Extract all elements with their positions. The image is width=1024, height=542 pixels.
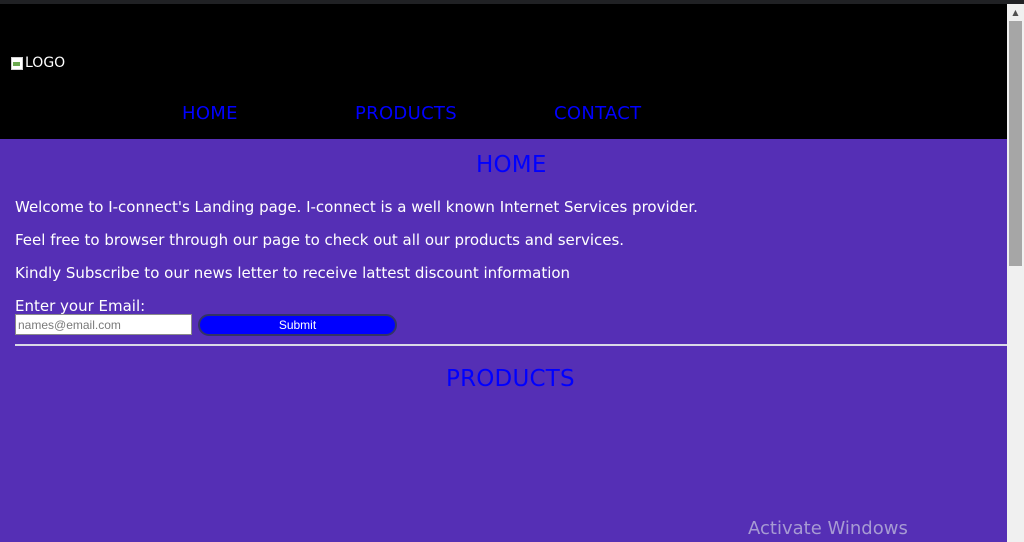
activate-windows-watermark: Activate Windows: [748, 518, 908, 539]
home-section-title: HOME: [476, 152, 547, 178]
main-content: HOME Welcome to I-connect's Landing page…: [0, 139, 1007, 542]
broken-image-icon: [10, 56, 24, 70]
scrollbar-thumb[interactable]: [1009, 21, 1022, 266]
scroll-up-arrow-icon[interactable]: ▲: [1007, 4, 1024, 21]
site-header: LOGO HOME PRODUCTS CONTACT: [0, 4, 1007, 139]
nav-link-products[interactable]: PRODUCTS: [355, 104, 457, 124]
browse-paragraph: Feel free to browser through our page to…: [15, 231, 625, 249]
vertical-scrollbar[interactable]: ▲: [1007, 4, 1024, 542]
section-divider: [15, 344, 1007, 346]
email-label: Enter your Email:: [15, 297, 146, 315]
products-section-title: PRODUCTS: [446, 366, 575, 392]
email-field[interactable]: [15, 314, 192, 335]
subscribe-paragraph: Kindly Subscribe to our news letter to r…: [15, 264, 571, 282]
nav-link-contact[interactable]: CONTACT: [554, 104, 641, 124]
welcome-paragraph: Welcome to I-connect's Landing page. I-c…: [15, 198, 698, 216]
logo: LOGO: [10, 55, 65, 71]
submit-button[interactable]: Submit: [198, 314, 397, 336]
nav-link-home[interactable]: HOME: [182, 104, 238, 124]
logo-alt-text: LOGO: [25, 55, 66, 71]
